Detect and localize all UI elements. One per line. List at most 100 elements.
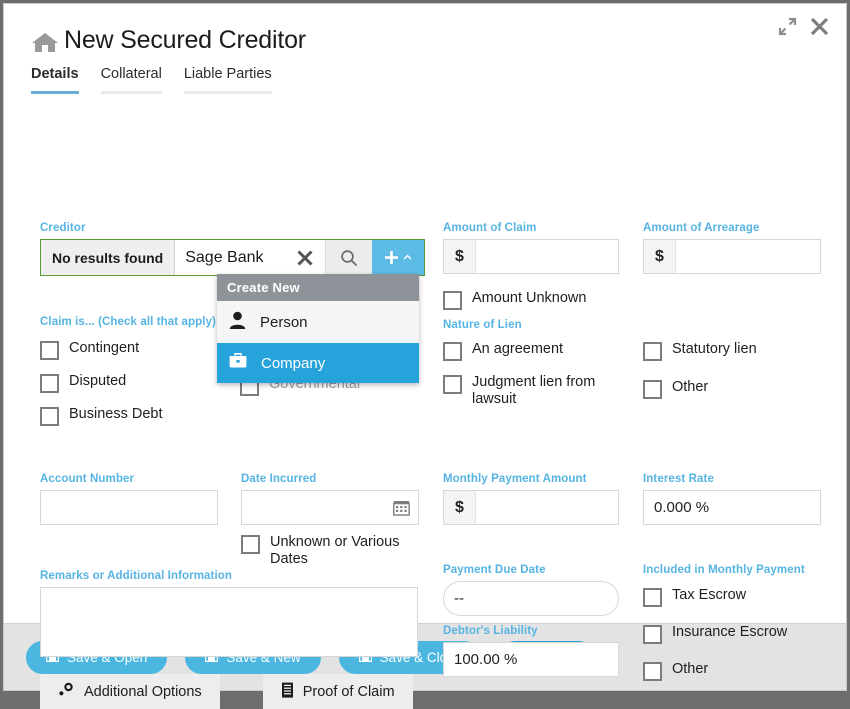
expand-icon[interactable] (778, 17, 797, 36)
debtors-liability-group: Debtor's Liability 100.00 % (443, 625, 619, 677)
amount-of-claim-group: Amount of Claim $ Amount Unknown (443, 222, 619, 323)
remarks-textarea[interactable] (40, 587, 418, 657)
chevron-up-icon (403, 254, 412, 260)
gear-icon (58, 682, 75, 701)
create-new-dropdown: Create New Person Company (217, 274, 419, 383)
menu-item-person[interactable]: Person (217, 301, 419, 343)
claim-is-group: Claim is... (Check all that apply) Conti… (40, 316, 225, 439)
page-title: New Secured Creditor (64, 26, 306, 54)
tab-collateral[interactable]: Collateral (100, 66, 162, 94)
checkbox-unknown-dates[interactable] (241, 535, 260, 554)
creditor-label: Creditor (40, 222, 86, 234)
checkbox-amount-unknown[interactable] (443, 291, 462, 310)
button-label: Proof of Claim (302, 683, 395, 700)
amount-of-claim-label: Amount of Claim (443, 222, 537, 234)
payment-due-date-label: Payment Due Date (443, 564, 546, 576)
checkbox-business-debt[interactable] (40, 407, 59, 426)
checkbox-row[interactable]: Other (643, 661, 805, 681)
add-creditor-button[interactable] (372, 240, 424, 275)
checkbox-included-other[interactable] (643, 662, 662, 681)
checkbox-row[interactable]: Contingent (40, 340, 225, 360)
checkbox-disputed[interactable] (40, 374, 59, 393)
interest-rate-input[interactable]: 0.000 % (643, 490, 821, 525)
button-label: Additional Options (84, 683, 202, 700)
checkbox-statutory-lien[interactable] (643, 342, 662, 361)
amount-of-arrearage-group: Amount of Arrearage $ (643, 222, 821, 274)
menu-item-label: Person (260, 313, 308, 331)
debtors-liability-input[interactable]: 100.00 % (443, 642, 619, 677)
remarks-label: Remarks or Additional Information (40, 570, 233, 582)
checkbox-contingent[interactable] (40, 341, 59, 360)
claim-is-label: Claim is... (Check all that apply) (40, 316, 216, 328)
checkbox-row[interactable]: Disputed (40, 373, 225, 393)
additional-options-button[interactable]: Additional Options (40, 674, 220, 709)
checkbox-insurance-escrow[interactable] (643, 625, 662, 644)
amount-of-claim-value (476, 240, 618, 273)
checkbox-an-agreement[interactable] (443, 342, 462, 361)
checkbox-judgment-lien[interactable] (443, 375, 462, 394)
details-form: Creditor No results found Sage Bank Clai… (4, 102, 846, 709)
monthly-payment-amount-label: Monthly Payment Amount (443, 473, 587, 485)
person-icon (229, 311, 246, 333)
checkbox-label: Contingent (69, 340, 140, 356)
date-incurred-label: Date Incurred (241, 473, 317, 485)
home-icon (31, 31, 59, 53)
checkbox-label: Business Debt (69, 406, 163, 422)
checkbox-row[interactable]: An agreement (443, 341, 643, 361)
window-controls (778, 16, 830, 37)
currency-symbol: $ (444, 491, 476, 524)
amount-of-arrearage-input[interactable]: $ (643, 239, 821, 274)
checkbox-row[interactable]: Unknown or Various Dates (241, 534, 419, 568)
nature-of-lien-group: Nature of Lien An agreement Judgment lie… (443, 319, 823, 421)
nature-of-lien-label: Nature of Lien (443, 319, 522, 331)
remarks-group: Remarks or Additional Information Additi… (40, 570, 418, 709)
checkbox-label: Tax Escrow (672, 587, 747, 603)
tab-liable-parties[interactable]: Liable Parties (183, 66, 272, 94)
checkbox-label: Statutory lien (672, 341, 757, 357)
calendar-icon[interactable] (393, 499, 410, 521)
proof-of-claim-button[interactable]: Proof of Claim (262, 674, 413, 709)
creditor-field-group: Creditor No results found Sage Bank (40, 222, 425, 276)
menu-item-company[interactable]: Company (217, 343, 419, 383)
briefcase-icon (229, 353, 247, 373)
checkbox-row[interactable]: Business Debt (40, 406, 225, 426)
checkbox-label: Disputed (69, 373, 127, 389)
checkbox-label: Other (672, 379, 709, 395)
checkbox-label: An agreement (472, 341, 564, 357)
amount-of-arrearage-value (676, 240, 820, 273)
checkbox-tax-escrow[interactable] (643, 588, 662, 607)
checkbox-row[interactable]: Judgment lien from lawsuit (443, 374, 643, 408)
document-stack-icon (281, 682, 294, 702)
included-in-monthly-payment-group: Included in Monthly Payment Tax Escrow I… (643, 564, 805, 694)
checkbox-label: Unknown or Various Dates (270, 534, 400, 567)
checkbox-label: Amount Unknown (472, 290, 587, 306)
title-bar: New Secured Creditor (4, 4, 846, 66)
dropdown-header: Create New (217, 274, 419, 301)
monthly-payment-amount-value (476, 491, 618, 524)
no-results-badge: No results found (41, 240, 176, 275)
tab-bar: Details Collateral Liable Parties (31, 66, 824, 102)
checkbox-row[interactable]: Tax Escrow (643, 587, 805, 607)
checkbox-row[interactable]: Insurance Escrow (643, 624, 805, 644)
checkbox-row[interactable]: Other (643, 379, 823, 399)
checkbox-row[interactable]: Statutory lien (643, 341, 823, 361)
payment-due-date-input[interactable]: -- (443, 581, 619, 616)
checkbox-label: Insurance Escrow (672, 624, 788, 640)
creditor-dialog-window: New Secured Creditor Details Collateral … (3, 3, 847, 709)
monthly-payment-amount-input[interactable]: $ (443, 490, 619, 525)
clear-icon[interactable] (285, 240, 325, 275)
amount-of-arrearage-label: Amount of Arrearage (643, 222, 760, 234)
amount-of-claim-input[interactable]: $ (443, 239, 619, 274)
date-incurred-group: Date Incurred Unknown or Various Dates (241, 473, 419, 581)
close-icon[interactable] (809, 16, 830, 37)
checkbox-label: Judgment lien from lawsuit (472, 374, 596, 407)
account-number-label: Account Number (40, 473, 135, 485)
checkbox-row[interactable]: Amount Unknown (443, 290, 619, 310)
search-icon[interactable] (325, 240, 372, 275)
menu-item-label: Company (261, 354, 326, 372)
checkbox-lien-other[interactable] (643, 380, 662, 399)
account-number-input[interactable] (40, 490, 218, 525)
tab-details[interactable]: Details (31, 66, 79, 94)
creditor-search-widget: No results found Sage Bank (40, 239, 425, 276)
creditor-search-input[interactable]: Sage Bank (175, 240, 285, 275)
